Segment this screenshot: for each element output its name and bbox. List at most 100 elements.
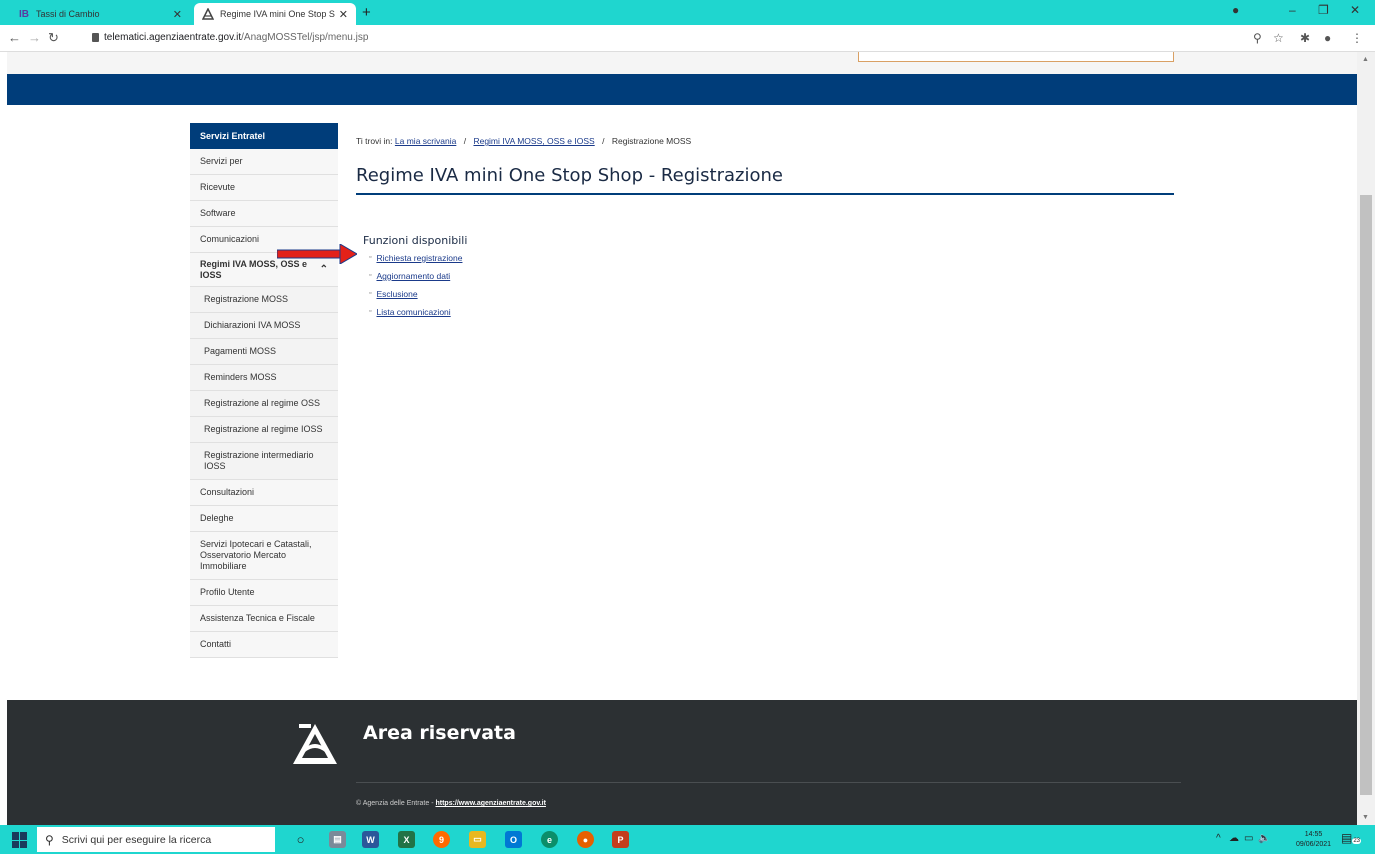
agenzia-favicon-icon [202,8,214,20]
search-placeholder: Scrivi qui per eseguire la ricerca [61,833,212,846]
link-esclusione[interactable]: Esclusione [376,289,417,299]
close-tab-icon[interactable]: ✕ [173,8,182,21]
sidebar-item-consultazioni[interactable]: Consultazioni [190,480,338,506]
extensions-icon[interactable]: ✱ [1300,31,1310,45]
account-icon[interactable]: ● [1324,31,1331,45]
chevron-up-icon: ⌃ [319,264,328,275]
url-host: telematici.agenziaentrate.gov.it [104,32,242,43]
edge-icon[interactable]: e [541,831,558,848]
sidebar-subitem-ioss[interactable]: Registrazione al regime IOSS [190,417,338,443]
profile-circle-icon[interactable]: ● [1232,3,1239,17]
back-icon[interactable]: ← [8,30,21,45]
footer-divider [356,782,1181,783]
sidebar-subitem-intermediario[interactable]: Registrazione intermediario IOSS [190,443,338,480]
sidebar-subitem-reminders[interactable]: Reminders MOSS [190,365,338,391]
scroll-up-icon[interactable]: ▲ [1362,56,1369,63]
list-item: ▫ Richiesta registrazione [369,253,462,271]
link-richiesta-registrazione[interactable]: Richiesta registrazione [376,253,462,263]
notifications-icon[interactable]: ▤23 [1341,831,1362,845]
bullet-icon: ▫ [369,254,372,261]
close-tab-icon[interactable]: ✕ [339,8,348,21]
breadcrumb: Ti trovi in: La mia scrivania / Regimi I… [356,136,691,146]
network-icon[interactable]: ▭ [1244,833,1253,844]
sidebar-item-ipotecari[interactable]: Servizi Ipotecari e Catastali, Osservato… [190,532,338,580]
reload-icon[interactable]: ↻ [48,30,59,46]
copyright-text: © Agenzia delle Entrate - [356,800,436,807]
zoom-icon[interactable]: ⚲ [1253,31,1262,45]
sidebar-item-assistenza[interactable]: Assistenza Tecnica e Fiscale [190,606,338,632]
scrollbar-thumb[interactable] [1360,195,1372,795]
ib-favicon-icon: IB [19,8,29,20]
menu-dots-icon[interactable]: ⋮ [1351,31,1363,45]
sidebar-subitem-pagamenti[interactable]: Pagamenti MOSS [190,339,338,365]
functions-title: Funzioni disponibili [363,234,468,247]
sidebar-header[interactable]: Servizi Entratel [190,123,338,149]
clock-time: 14:55 [1304,831,1323,838]
footer: Area riservata © Agenzia delle Entrate -… [7,700,1357,825]
file-explorer-icon[interactable]: ▭ [469,831,486,848]
sidebar-item-label: Servizi Ipotecari e Catastali, Osservato… [200,539,312,571]
footer-copyright: © Agenzia delle Entrate - https://www.ag… [356,800,546,807]
sidebar-item-label: Registrazione intermediario IOSS [204,450,314,471]
windows-start-icon[interactable] [12,832,28,848]
search-icon: ⚲ [45,832,54,847]
restore-icon[interactable]: ❐ [1318,3,1329,17]
page-content: Servizi Entratel Servizi per Ricevute So… [0,52,1357,825]
taskbar-search-input[interactable]: ⚲ Scrivi qui per eseguire la ricerca [37,827,275,852]
word-icon[interactable]: W [362,831,379,848]
notification-count: 23 [1352,838,1362,844]
sidebar-subitem-dichiarazioni[interactable]: Dichiarazioni IVA MOSS [190,313,338,339]
forward-icon[interactable]: → [28,30,41,45]
footer-site-link[interactable]: https://www.agenziaentrate.gov.it [435,800,545,807]
star-icon[interactable]: ☆ [1273,31,1284,45]
page-scrollbar[interactable]: ▲ ▼ [1357,52,1375,825]
title-divider [356,193,1174,195]
breadcrumb-link-regimi[interactable]: Regimi IVA MOSS, OSS e IOSS [473,136,594,146]
address-bar: ← → ↻ telematici.agenziaentrate.gov.it/A… [0,25,1375,52]
scroll-down-icon[interactable]: ▼ [1362,814,1369,821]
sidebar-subitem-oss[interactable]: Registrazione al regime OSS [190,391,338,417]
list-item: ▫ Esclusione [369,289,462,307]
agenzia-entrate-logo-icon [293,724,337,764]
functions-list: ▫ Richiesta registrazione ▫ Aggiornamento … [369,253,462,325]
cortana-icon[interactable]: ○ [292,831,309,848]
link-lista-comunicazioni[interactable]: Lista comunicazioni [376,307,450,317]
new-tab-icon[interactable]: + [362,4,371,21]
breadcrumb-separator: / [463,136,467,146]
red-arrow-icon [277,244,357,264]
close-window-icon[interactable]: ✕ [1350,3,1360,17]
minimize-icon[interactable]: – [1289,3,1296,17]
outlook-icon[interactable]: O [505,831,522,848]
tab-tassi-di-cambio[interactable]: IB Tassi di Cambio ✕ [10,3,190,25]
top-notice-box [858,52,1174,62]
tray-chevron-icon[interactable]: ^ [1216,833,1221,844]
url-field[interactable]: telematici.agenziaentrate.gov.it/AnagMOS… [104,32,368,43]
taskbar-clock[interactable]: 14:55 09/06/2021 [1296,830,1331,850]
tab-regime-iva[interactable]: Regime IVA mini One Stop Shop ✕ [194,3,356,25]
sidebar-item-profilo[interactable]: Profilo Utente [190,580,338,606]
bullet-icon: ▫ [369,272,372,279]
sidebar-menu: Servizi Entratel Servizi per Ricevute So… [190,123,338,658]
sidebar-item-ricevute[interactable]: Ricevute [190,175,338,201]
firefox-icon[interactable]: ● [577,831,594,848]
app-orange-icon[interactable]: 9 [433,831,450,848]
tab-title: Tassi di Cambio [36,9,100,19]
sidebar-item-servizi-per[interactable]: Servizi per [190,149,338,175]
footer-title: Area riservata [363,722,516,744]
onedrive-icon[interactable]: ☁ [1229,833,1239,844]
sidebar-item-contatti[interactable]: Contatti [190,632,338,658]
page-title: Regime IVA mini One Stop Shop - Registra… [356,165,783,186]
breadcrumb-prefix: Ti trovi in: [356,136,393,146]
sidebar-subitem-registrazione-moss[interactable]: Registrazione MOSS [190,287,338,313]
app-icon[interactable]: ▤ [329,831,346,848]
excel-icon[interactable]: X [398,831,415,848]
breadcrumb-link-scrivania[interactable]: La mia scrivania [395,136,456,146]
breadcrumb-current: Registrazione MOSS [611,136,692,146]
link-aggiornamento-dati[interactable]: Aggiornamento dati [376,271,450,281]
sidebar-item-software[interactable]: Software [190,201,338,227]
volume-icon[interactable]: 🔈 [1258,833,1270,844]
powerpoint-icon[interactable]: P [612,831,629,848]
sidebar-item-deleghe[interactable]: Deleghe [190,506,338,532]
list-item: ▫ Aggiornamento dati [369,271,462,289]
taskbar: ⚲ Scrivi qui per eseguire la ricerca ○ ▤… [0,825,1375,854]
